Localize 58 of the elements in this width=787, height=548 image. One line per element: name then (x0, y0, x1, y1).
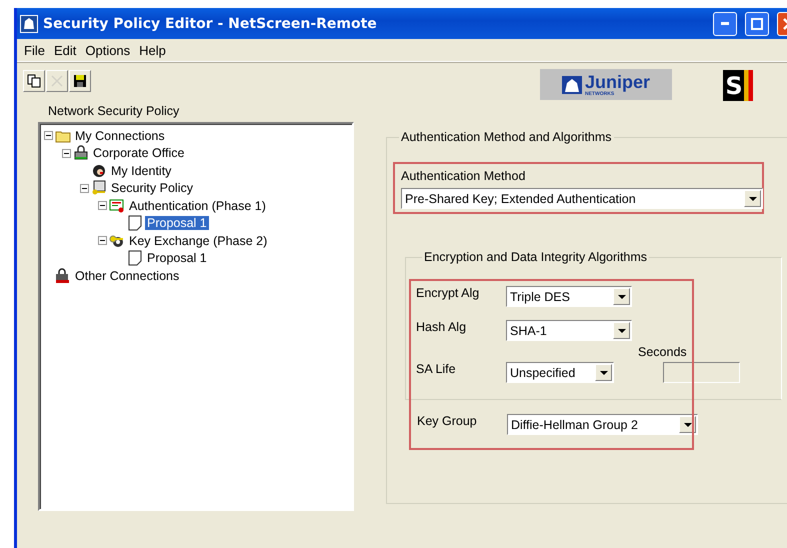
tree-title: Network Security Policy (48, 104, 180, 118)
tree-item[interactable]: Other Connections (73, 268, 182, 283)
tree-item[interactable]: Authentication (Phase 1) (127, 198, 268, 213)
maximize-button[interactable] (745, 12, 769, 36)
tree-item[interactable]: Security Policy (109, 181, 195, 196)
field-label: Encrypt Alg (416, 286, 480, 300)
tree-item[interactable]: Proposal 1 (145, 251, 209, 266)
group-title: Encryption and Data Integrity Algorithms (423, 250, 648, 264)
caret-icon (684, 422, 692, 426)
page-icon (127, 215, 143, 232)
field-label: SA Life (416, 362, 457, 376)
field-label: Seconds (638, 345, 687, 359)
key-group-dropdown[interactable]: Diffie-Hellman Group 2 (507, 414, 698, 435)
collapse-toggle[interactable] (98, 201, 107, 210)
group-title: Authentication Method and Algorithms (400, 130, 613, 144)
copy-icon (27, 74, 41, 88)
caret-icon (618, 328, 626, 332)
menu-item[interactable]: Options (82, 42, 136, 58)
minimize-button[interactable] (713, 12, 737, 36)
collapse-toggle[interactable] (80, 184, 89, 193)
encrypt-dropdown[interactable]: Triple DES (506, 286, 632, 307)
close-icon (50, 74, 64, 88)
tree-logo-icon (562, 76, 582, 94)
logo-name: Juniper (584, 72, 650, 92)
caret-icon (618, 294, 626, 298)
tree-item[interactable]: Corporate Office (91, 146, 186, 160)
caret-icon (600, 370, 608, 374)
document-key-icon (91, 180, 107, 196)
field-label: Key Group (417, 414, 478, 428)
menu-item[interactable]: File (21, 42, 51, 58)
key-gear-icon (109, 232, 125, 249)
maximize-icon (751, 18, 763, 30)
page-icon (127, 250, 143, 266)
person-icon (91, 162, 107, 179)
collapse-toggle[interactable] (44, 131, 53, 140)
badge-letter: S (725, 72, 743, 100)
tree-item[interactable]: Proposal 1 (145, 216, 209, 230)
window-title: Security Policy Editor - NetScreen-Remote (43, 16, 378, 32)
caret-icon (748, 196, 756, 200)
toolbar-button[interactable] (69, 70, 91, 92)
app-icon (20, 14, 38, 32)
field-label: Authentication Method (401, 169, 526, 183)
minimize-icon (721, 22, 729, 25)
hash-dropdown[interactable]: SHA-1 (506, 320, 632, 341)
toolbar-button[interactable] (23, 70, 45, 92)
collapse-toggle[interactable] (98, 236, 107, 246)
tree-item[interactable]: My Connections (73, 128, 167, 143)
certificate-icon (109, 198, 125, 214)
collapse-toggle[interactable] (62, 148, 71, 158)
auth-method-dropdown[interactable]: Pre-Shared Key; Extended Authentication (401, 188, 763, 209)
padlock-icon (73, 145, 89, 162)
menu-item[interactable]: Edit (50, 42, 82, 58)
menu-item[interactable]: Help (136, 42, 172, 58)
field-label: Hash Alg (416, 320, 468, 334)
padlock-icon (55, 268, 71, 284)
tree-item[interactable]: My Identity (109, 164, 174, 178)
tree-item[interactable]: Key Exchange (Phase 2) (127, 234, 270, 248)
sa-life-dropdown[interactable]: Unspecified (506, 362, 614, 383)
